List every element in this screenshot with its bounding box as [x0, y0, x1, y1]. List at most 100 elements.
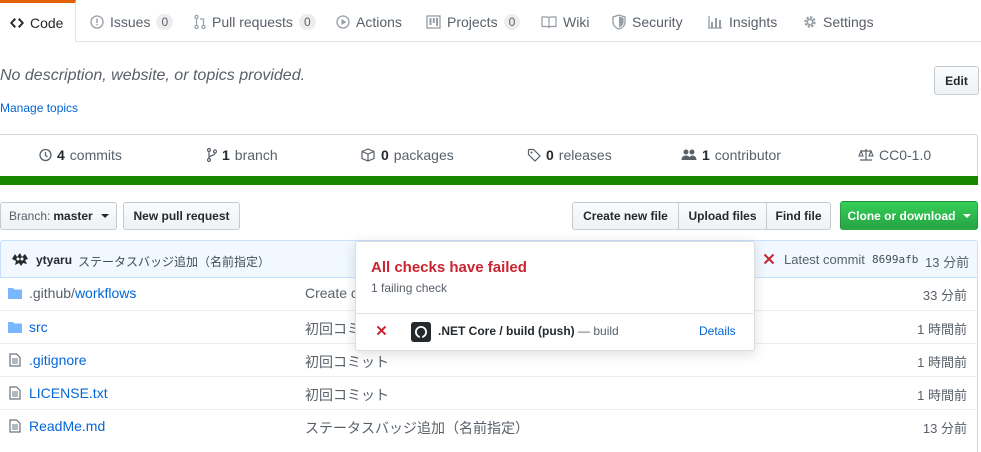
gear-icon [804, 15, 816, 28]
tab-wiki[interactable]: Wiki [533, 0, 597, 43]
issues-counter: 0 [156, 13, 174, 30]
shield-icon [612, 13, 626, 30]
table-row[interactable]: LICENSE.txt 初回コミット 1 時間前 [0, 376, 978, 409]
tab-actions[interactable]: Actions [328, 0, 410, 43]
branches-link[interactable]: 1 branch [207, 147, 278, 163]
repo-description: No description, website, or topics provi… [0, 67, 306, 84]
tab-label: Code [30, 14, 64, 31]
create-new-file-button[interactable]: Create new file [572, 202, 679, 230]
git-branch-icon [207, 147, 217, 163]
branch-name: master [53, 209, 93, 223]
checks-status-title: All checks have failed [371, 259, 527, 276]
divider [356, 313, 754, 314]
branch-prefix: Branch: [9, 209, 51, 223]
packages-count: 0 [381, 147, 389, 163]
file-commit-message[interactable]: Create c [305, 285, 358, 301]
projects-counter: 0 [503, 13, 521, 30]
tab-code[interactable]: Code [0, 0, 76, 43]
clone-or-download-button[interactable]: Clone or download [840, 201, 978, 230]
graph-icon [708, 15, 722, 29]
file-age: 33 分前 [922, 288, 967, 303]
play-icon [336, 14, 350, 29]
folder-icon [8, 288, 22, 299]
commit-author[interactable]: ytyaru [36, 253, 72, 267]
tab-label: Insights [729, 13, 778, 30]
tab-label: Settings [823, 13, 874, 30]
pull-requests-counter: 0 [298, 13, 316, 30]
file-commit-message[interactable]: ステータスバッジ追加（名前指定） [305, 418, 529, 438]
issue-opened-icon [90, 14, 104, 29]
checks-failing-count: 1 failing check [371, 281, 448, 295]
x-icon[interactable] [763, 253, 775, 265]
commit-age: 13 分前 [925, 255, 970, 270]
tab-label: Issues [110, 13, 151, 30]
check-suffix: — build [578, 324, 619, 338]
tab-security[interactable]: Security [604, 0, 691, 43]
tab-label: Pull requests [212, 13, 293, 30]
file-commit-message[interactable]: 初回コミ [305, 319, 361, 339]
file-name-link[interactable]: .github/workflows [29, 285, 136, 301]
repo-nav: Code Issues 0 Pull requests 0 Actions Pr… [0, 0, 981, 43]
git-pull-request-icon [194, 14, 206, 29]
project-icon [426, 14, 441, 29]
language-bar[interactable] [0, 176, 978, 185]
path-name: workflows [74, 285, 137, 301]
upload-files-button[interactable]: Upload files [678, 202, 767, 230]
avatar[interactable] [10, 251, 30, 267]
commit-message[interactable]: ステータスバッジ追加（名前指定） [78, 253, 270, 270]
find-file-button[interactable]: Find file [766, 202, 831, 230]
file-age: 13 分前 [922, 421, 967, 436]
releases-label: releases [558, 147, 612, 163]
folder-icon [8, 322, 22, 333]
file-icon [9, 386, 21, 400]
contributors-link[interactable]: 1 contributor [681, 147, 781, 163]
edit-description-button[interactable]: Edit [934, 66, 979, 95]
file-name-link[interactable]: ReadMe.md [29, 418, 105, 434]
branch-label: branch [234, 147, 278, 163]
file-name-link[interactable]: LICENSE.txt [29, 385, 108, 401]
check-run: .NET Core / build (push) — build [438, 324, 619, 338]
github-actions-logo-icon [411, 322, 431, 342]
table-row[interactable]: ReadMe.md ステータスバッジ追加（名前指定） 13 分前 [0, 409, 978, 442]
commit-sha[interactable]: 8699afb [872, 253, 918, 266]
latest-commit-label: Latest commit [784, 252, 865, 267]
file-age: 1 時間前 [917, 388, 967, 403]
tab-label: Actions [356, 13, 402, 30]
branch-count: 1 [222, 147, 230, 163]
file-name-link[interactable]: .gitignore [29, 352, 87, 368]
package-icon [361, 148, 375, 162]
tab-projects[interactable]: Projects 0 [418, 0, 528, 43]
x-icon [376, 325, 387, 336]
commits-label: commits [69, 147, 122, 163]
tab-insights[interactable]: Insights [699, 0, 785, 43]
clone-label: Clone or download [847, 208, 956, 223]
manage-topics-link[interactable]: Manage topics [0, 101, 78, 115]
tab-pull-requests[interactable]: Pull requests 0 [186, 0, 324, 43]
commits-count: 4 [57, 147, 65, 163]
history-icon [39, 148, 52, 162]
tab-label: Wiki [563, 13, 590, 30]
file-name-link[interactable]: src [29, 319, 48, 335]
file-icon [9, 419, 21, 433]
file-commit-message[interactable]: 初回コミット [305, 352, 389, 372]
people-icon [681, 149, 697, 160]
license-name: CC0-1.0 [879, 147, 932, 163]
check-details-link[interactable]: Details [699, 324, 736, 338]
commits-link[interactable]: 4 commits [38, 147, 122, 163]
file-commit-message[interactable]: 初回コミット [305, 385, 389, 405]
packages-link[interactable]: 0 packages [360, 147, 454, 163]
tab-settings[interactable]: Settings [795, 0, 882, 43]
file-age: 1 時間前 [917, 322, 967, 337]
releases-count: 0 [546, 147, 554, 163]
book-icon [541, 15, 557, 28]
new-pull-request-button[interactable]: New pull request [123, 202, 240, 230]
contributors-label: contributor [714, 147, 781, 163]
file-icon [9, 353, 21, 367]
packages-label: packages [393, 147, 454, 163]
tab-issues[interactable]: Issues 0 [82, 0, 181, 43]
checks-popover: All checks have failed 1 failing check .… [355, 241, 755, 351]
license-link[interactable]: CC0-1.0 [858, 147, 931, 163]
branch-select-button[interactable]: Branch: master [0, 202, 117, 230]
releases-link[interactable]: 0 releases [527, 147, 612, 163]
contributors-count: 1 [702, 147, 710, 163]
